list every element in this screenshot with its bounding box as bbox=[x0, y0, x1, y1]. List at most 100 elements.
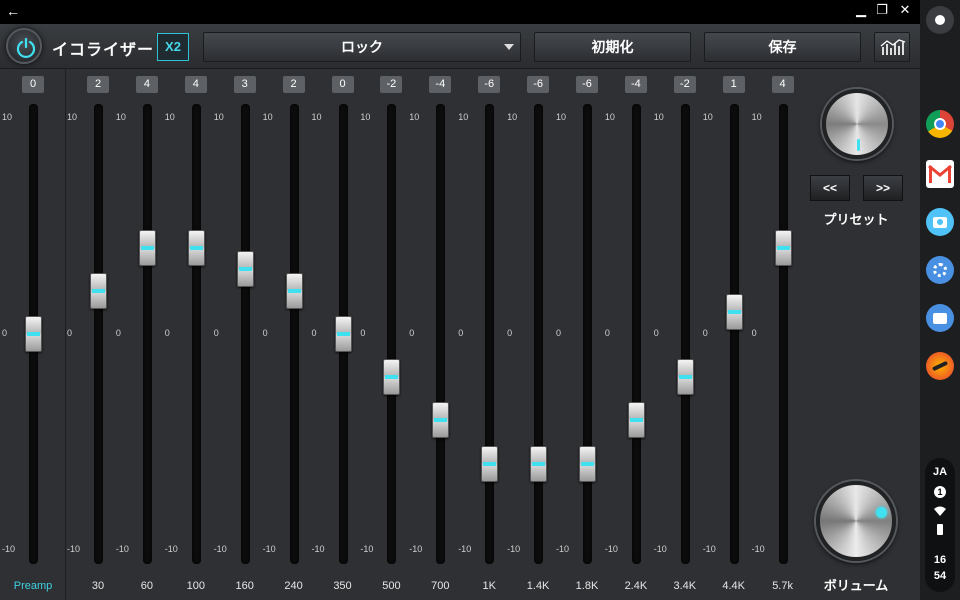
power-button[interactable] bbox=[6, 28, 42, 64]
launcher-button[interactable] bbox=[926, 6, 954, 34]
clock-minute: 54 bbox=[933, 570, 947, 582]
music-app-icon[interactable] bbox=[926, 352, 954, 380]
next-preset-button[interactable]: >> bbox=[863, 175, 903, 201]
slider-track[interactable]: 10 0 -10 bbox=[458, 104, 495, 564]
slider-track[interactable]: 10 0 -10 bbox=[556, 104, 592, 564]
scale-tick-max: 10 bbox=[751, 112, 762, 122]
slider-thumb[interactable] bbox=[25, 316, 42, 352]
scale-tick-min: -10 bbox=[458, 544, 472, 554]
files-icon[interactable] bbox=[926, 304, 954, 332]
slider-track[interactable]: 10 0 -10 bbox=[752, 104, 788, 564]
preset-dial-indicator bbox=[857, 139, 860, 151]
preamp-label: Preamp bbox=[13, 580, 53, 592]
scale-tick-mid: 0 bbox=[311, 328, 317, 338]
slider-thumb[interactable] bbox=[579, 445, 596, 482]
save-button[interactable]: 保存 bbox=[704, 32, 861, 62]
slider-thumb[interactable] bbox=[725, 294, 743, 331]
scale-tick-mid: 0 bbox=[115, 328, 121, 338]
frequency-label: 30 bbox=[91, 580, 105, 592]
scale-tick-mid: 0 bbox=[458, 328, 464, 338]
slider-track[interactable]: 10 0 -10 bbox=[165, 104, 201, 564]
slider-track[interactable]: 10 0 -10 bbox=[67, 104, 103, 564]
scale-tick-max: 10 bbox=[67, 112, 78, 122]
preset-select[interactable]: ロック bbox=[203, 32, 521, 62]
close-icon[interactable]: ✕ bbox=[896, 2, 914, 18]
scale-tick-min: -10 bbox=[115, 544, 129, 554]
graph-icon bbox=[880, 39, 906, 55]
slider-thumb[interactable] bbox=[285, 272, 303, 309]
slider-track[interactable]: 10 0 -10 bbox=[507, 104, 544, 564]
frequency-label: 1.4K bbox=[526, 580, 550, 592]
scale-tick-min: -10 bbox=[507, 544, 521, 554]
status-tray[interactable]: JA 1 16 54 bbox=[925, 458, 955, 592]
volume-dial[interactable] bbox=[816, 481, 896, 561]
band-slider-350: 0 10 0 -10 350 bbox=[312, 69, 363, 600]
slider-thumb[interactable] bbox=[383, 359, 401, 396]
scale-tick-mid: 0 bbox=[556, 328, 562, 338]
dropdown-arrow-icon bbox=[504, 44, 514, 50]
scale-tick-max: 10 bbox=[458, 112, 469, 122]
slider-track[interactable]: 10 0 -10 bbox=[214, 104, 250, 564]
reset-button[interactable]: 初期化 bbox=[534, 32, 691, 62]
slider-track[interactable]: 10 0 -10 bbox=[360, 104, 397, 564]
language-indicator: JA bbox=[932, 466, 948, 478]
slider-thumb[interactable] bbox=[138, 229, 156, 266]
scale-tick-mid: 0 bbox=[262, 328, 268, 338]
band-value-badge: -2 bbox=[380, 76, 403, 93]
scale-tick-mid: 0 bbox=[2, 328, 8, 338]
frequency-label: 1.8K bbox=[575, 580, 599, 592]
frequency-label: 60 bbox=[140, 580, 154, 592]
slider-track[interactable]: 10 0 -10 bbox=[605, 104, 641, 564]
frequency-label: 100 bbox=[186, 580, 205, 592]
slider-thumb[interactable] bbox=[432, 402, 450, 439]
slider-thumb[interactable] bbox=[627, 402, 645, 439]
slider-thumb[interactable] bbox=[236, 251, 254, 288]
scale-tick-min: -10 bbox=[702, 544, 716, 554]
slider-thumb[interactable] bbox=[481, 445, 499, 482]
frequency-label: 2.4K bbox=[624, 580, 648, 592]
minimize-icon[interactable]: ▁ bbox=[852, 2, 870, 18]
scale-tick-min: -10 bbox=[67, 544, 81, 554]
frequency-label: 4.4K bbox=[722, 580, 745, 592]
scale-tick-mid: 0 bbox=[653, 328, 659, 338]
slider-track[interactable]: 10 0 -10 bbox=[654, 104, 690, 564]
slider-thumb[interactable] bbox=[334, 316, 352, 352]
launcher-icon bbox=[935, 15, 945, 25]
volume-dial-indicator bbox=[876, 507, 887, 518]
scale-tick-max: 10 bbox=[702, 112, 713, 122]
slider-thumb[interactable] bbox=[530, 445, 548, 482]
chrome-icon[interactable] bbox=[926, 110, 954, 138]
frequency-label: 240 bbox=[284, 580, 303, 592]
slider-track[interactable]: 10 0 -10 bbox=[116, 104, 152, 564]
band-slider-1K: -6 10 0 -10 1K bbox=[458, 69, 509, 600]
slider-track[interactable]: 10 0 -10 bbox=[263, 104, 299, 564]
scale-tick-max: 10 bbox=[2, 112, 13, 122]
app-title: イコライザー bbox=[52, 42, 155, 59]
scale-tick-min: -10 bbox=[164, 544, 178, 554]
maximize-icon[interactable]: ❐ bbox=[873, 2, 891, 18]
x2-toggle-button[interactable]: X2 bbox=[157, 33, 189, 61]
gmail-icon[interactable] bbox=[926, 160, 954, 188]
slider-thumb[interactable] bbox=[676, 359, 694, 396]
band-value-badge: -4 bbox=[624, 76, 647, 93]
notification-badge: 1 bbox=[925, 486, 955, 498]
band-value-badge: -6 bbox=[576, 76, 598, 93]
slider-track[interactable]: 10 0 -10 bbox=[703, 104, 739, 564]
scale-tick-max: 10 bbox=[604, 112, 615, 122]
slider-track[interactable]: 10 0 -10 bbox=[409, 104, 446, 564]
band-value-badge: 3 bbox=[233, 76, 256, 93]
prev-preset-button[interactable]: << bbox=[810, 175, 850, 201]
slider-thumb[interactable] bbox=[187, 229, 205, 266]
slider-thumb[interactable] bbox=[90, 272, 107, 309]
band-value-badge: -4 bbox=[429, 76, 452, 93]
equalizer-sliders: 0 10 0 -10 Preamp 2 10 0 -10 30 4 10 0 -10 60 4 10 0 -10 10… bbox=[0, 69, 810, 600]
camera-icon[interactable] bbox=[926, 208, 954, 236]
scale-tick-mid: 0 bbox=[604, 328, 610, 338]
graph-view-button[interactable] bbox=[874, 32, 910, 62]
scale-tick-min: -10 bbox=[653, 544, 667, 554]
slider-thumb[interactable] bbox=[774, 229, 792, 266]
back-arrow-icon[interactable]: ← bbox=[6, 3, 20, 19]
preset-dial[interactable] bbox=[822, 89, 892, 159]
settings-icon[interactable] bbox=[926, 256, 954, 284]
band-slider-240: 2 10 0 -10 240 bbox=[263, 69, 314, 600]
